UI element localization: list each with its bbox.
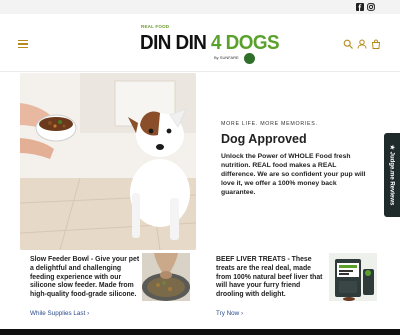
judge-me-reviews-tab[interactable]: ★ Judge.me Reviews — [384, 133, 400, 217]
footer-bar — [0, 329, 400, 335]
while-supplies-last-label: While Supplies Last — [30, 310, 86, 317]
logo-badge-icon — [244, 53, 255, 64]
facebook-icon[interactable] — [356, 3, 364, 11]
top-bar — [0, 0, 400, 14]
hero-image — [20, 73, 196, 250]
beef-liver-card-text: BEEF LIVER TREATS - These treats are the… — [216, 256, 323, 299]
site-header: REAL FOOD DIN DIN 4 DOGS By SUNFARE — [0, 14, 400, 72]
logo-wordmark: DIN DIN 4 DOGS — [140, 31, 280, 55]
hero-title: Dog Approved — [221, 132, 307, 146]
logo-text-dark: DIN DIN — [140, 31, 207, 54]
search-icon[interactable] — [343, 39, 353, 49]
logo-text-green: 4 DOGS — [211, 31, 280, 54]
try-now-link[interactable]: Try Now › — [216, 310, 243, 317]
hero-eyebrow: MORE LIFE. MORE MEMORIES. — [221, 121, 318, 127]
hero-description: Unlock the Power of WHOLE Food fresh nut… — [221, 153, 366, 196]
while-supplies-last-link[interactable]: While Supplies Last › — [30, 310, 89, 317]
site-logo[interactable]: REAL FOOD DIN DIN 4 DOGS By SUNFARE — [140, 22, 280, 68]
judge-me-reviews-label: ★ Judge.me Reviews — [388, 144, 395, 206]
user-icon[interactable] — [357, 39, 367, 49]
chevron-right-icon: › — [240, 310, 244, 317]
slow-feeder-card-text: Slow Feeder Bowl - Give your pet a delig… — [30, 256, 140, 299]
logo-tagline: REAL FOOD — [141, 24, 170, 29]
chevron-right-icon: › — [87, 310, 90, 317]
logo-subtext: By SUNFARE — [214, 55, 239, 60]
bag-icon[interactable] — [371, 39, 381, 49]
menu-icon[interactable] — [18, 40, 28, 49]
slow-feeder-image — [142, 253, 190, 301]
try-now-label: Try Now — [216, 310, 240, 317]
beef-liver-treats-image — [329, 253, 377, 301]
instagram-icon[interactable] — [367, 3, 375, 11]
